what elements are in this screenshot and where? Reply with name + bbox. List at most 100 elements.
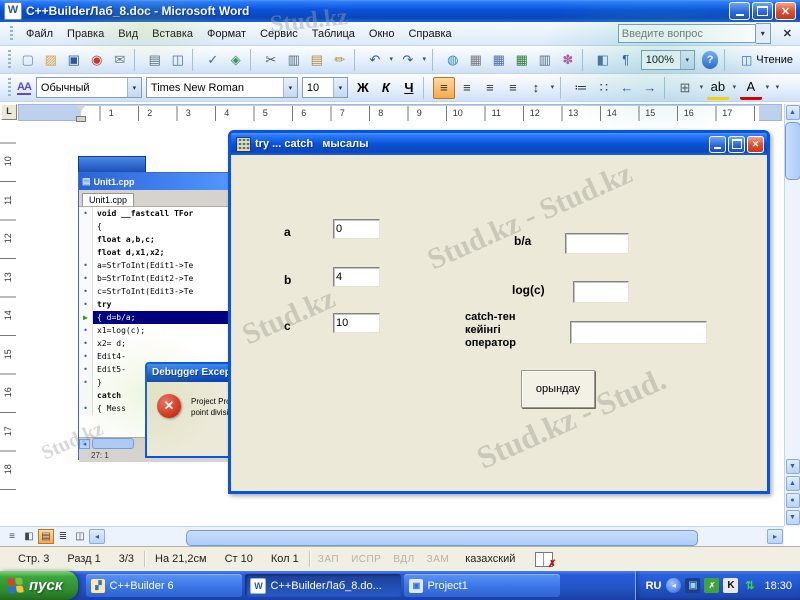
redo-icon[interactable]: ↷ (397, 49, 419, 71)
browse-previous-icon[interactable]: ▲ (786, 476, 800, 491)
toolbar-icon[interactable] (354, 49, 361, 71)
decrease-indent-icon[interactable]: ← (616, 77, 638, 99)
format-painter-icon[interactable]: ✏ (329, 49, 351, 71)
email-icon[interactable]: ✉ (109, 49, 131, 71)
network-activity-icon[interactable]: ⇅ (742, 578, 757, 593)
reading-mode-button[interactable]: ◫ Чтение (734, 50, 800, 70)
menubar-close-icon[interactable]: ✕ (775, 27, 800, 40)
new-document-icon[interactable]: ▢ (17, 49, 39, 71)
status-mode[interactable]: ЗАМ (421, 554, 456, 565)
minimize-button[interactable] (729, 2, 750, 20)
align-right-icon[interactable]: ≡ (479, 77, 501, 99)
restore-button[interactable] (752, 2, 773, 20)
numbered-list-icon[interactable]: ≔ (570, 77, 592, 99)
form-maximize-button[interactable] (728, 136, 745, 153)
menu-item[interactable]: Таблица (305, 25, 362, 43)
web-layout-button[interactable]: ◧ (21, 529, 37, 544)
hscroll-right-icon[interactable]: ▸ (767, 529, 783, 544)
toolbar-icon[interactable] (250, 49, 257, 71)
outline-view-button[interactable]: ≣ (55, 529, 71, 544)
form-title-bar[interactable]: try ... catch мысалы ✕ (231, 133, 767, 155)
font-color-icon[interactable]: А (740, 75, 762, 100)
menu-item[interactable]: Окно (362, 25, 402, 43)
font-color-dropdown-icon[interactable]: ▾ (763, 77, 772, 99)
menu-item[interactable]: Вид (111, 25, 145, 43)
kaspersky-icon[interactable]: K (723, 578, 738, 593)
menu-item[interactable]: Файл (19, 25, 60, 43)
question-input[interactable] (618, 24, 756, 43)
paste-icon[interactable]: ▤ (306, 49, 328, 71)
insert-table-icon[interactable]: ▦ (488, 49, 510, 71)
underline-icon[interactable]: Ч (398, 77, 420, 99)
unit1-tab[interactable]: Unit1.cpp (82, 193, 134, 206)
highlight-icon[interactable]: ab (707, 75, 729, 100)
increase-indent-icon[interactable]: → (639, 77, 661, 99)
input-a[interactable] (333, 219, 380, 239)
permission-icon[interactable]: ◉ (86, 49, 108, 71)
toolbar-icon[interactable] (432, 49, 439, 71)
format-icon[interactable] (560, 77, 567, 99)
code-scroll-thumb[interactable] (92, 438, 134, 449)
normal-view-button[interactable]: ≡ (4, 529, 20, 544)
drawing-icon[interactable]: ✽ (557, 49, 579, 71)
taskbar-button[interactable]: W C++BuilderЛаб_8.do... (245, 574, 401, 597)
toolbar-icon[interactable] (192, 49, 199, 71)
vertical-ruler[interactable]: 101112131415161718 (0, 124, 17, 526)
messenger-offline-icon[interactable]: ✗ (704, 578, 719, 593)
question-dropdown-icon[interactable]: ▾ (756, 23, 771, 44)
taskbar-button[interactable]: ▞ C++Builder 6 (86, 574, 242, 597)
taskbar-button[interactable]: ▣ Project1 (404, 574, 560, 597)
browse-next-icon[interactable]: ▼ (786, 510, 800, 525)
code-scroll-left-icon[interactable]: ◂ (79, 439, 90, 449)
form-minimize-button[interactable] (709, 136, 726, 153)
print-icon[interactable]: ▤ (144, 49, 166, 71)
format-icon[interactable] (423, 77, 430, 99)
menu-item[interactable]: Справка (401, 25, 458, 43)
scroll-thumb[interactable] (785, 122, 800, 180)
bullet-list-icon[interactable]: ∷ (593, 77, 615, 99)
font-size-select[interactable]: 10 ▾ (302, 77, 348, 98)
styles-icon[interactable]: АА (17, 81, 31, 95)
scroll-down-icon[interactable]: ▼ (786, 459, 800, 474)
undo-icon[interactable]: ↶ (364, 49, 386, 71)
research-icon[interactable]: ◈ (225, 49, 247, 71)
menu-item[interactable]: Правка (60, 25, 111, 43)
word-titlebar[interactable]: W C++BuilderЛаб_8.doc - Microsoft Word ✕ (0, 0, 800, 22)
columns-icon[interactable]: ▥ (534, 49, 556, 71)
form-close-button[interactable]: ✕ (747, 136, 764, 153)
display-icon[interactable]: ▣ (685, 578, 700, 593)
try-catch-form[interactable]: try ... catch мысалы ✕ a b c b/a log(c) … (228, 130, 770, 494)
output-catch[interactable] (570, 321, 707, 344)
menu-item[interactable]: Вставка (145, 25, 200, 43)
hscroll-track[interactable] (106, 529, 766, 545)
save-icon[interactable]: ▣ (63, 49, 85, 71)
toolbar-icon[interactable] (582, 49, 589, 71)
horizontal-ruler[interactable]: 1234567891011121314151617 (18, 104, 782, 121)
show-hide-icon[interactable]: ¶ (615, 49, 637, 71)
scroll-up-icon[interactable]: ▲ (786, 105, 800, 120)
line-spacing-icon[interactable]: ↕ (525, 77, 547, 99)
language-indicator[interactable]: RU (646, 580, 662, 592)
execute-button[interactable]: орындау (521, 370, 595, 408)
menu-item[interactable]: Сервис (253, 25, 305, 43)
bold-icon[interactable]: Ж (352, 77, 374, 99)
cut-icon[interactable]: ✂ (260, 49, 282, 71)
spelling-status-icon[interactable] (535, 552, 553, 567)
spelling-icon[interactable]: ✓ (202, 49, 224, 71)
justify-icon[interactable]: ≡ (502, 77, 524, 99)
toolbar-icon[interactable] (134, 49, 141, 71)
format-icon[interactable] (664, 77, 671, 99)
menu-item[interactable]: Формат (200, 25, 253, 43)
output-logc[interactable] (573, 281, 629, 303)
align-center-icon[interactable]: ≡ (456, 77, 478, 99)
vertical-scrollbar[interactable]: ▲ ▼ ▲ ● ▼ (784, 104, 800, 526)
insert-excel-table-icon[interactable]: ▦ (511, 49, 533, 71)
help-icon[interactable]: ? (702, 51, 719, 69)
start-button[interactable]: пуск (0, 571, 78, 600)
select-browse-object-icon[interactable]: ● (786, 493, 800, 508)
status-mode[interactable]: ВДЛ (387, 554, 420, 565)
redo-dropdown-icon[interactable]: ▾ (420, 49, 429, 71)
style-select[interactable]: Обычный ▾ (36, 77, 142, 98)
borders-icon[interactable]: ⊞ (674, 77, 696, 99)
borders-dropdown-icon[interactable]: ▾ (697, 77, 706, 99)
